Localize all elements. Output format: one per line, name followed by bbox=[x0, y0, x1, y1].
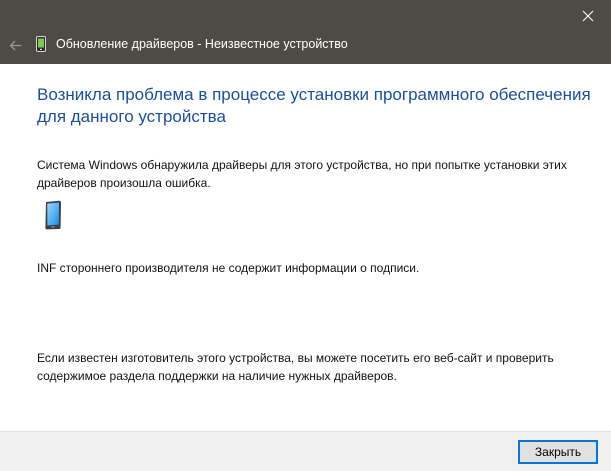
close-button[interactable]: Закрыть bbox=[518, 440, 598, 464]
back-arrow-icon bbox=[9, 40, 21, 50]
title-bar: Обновление драйверов - Неизвестное устро… bbox=[0, 0, 611, 64]
advice-text: Если известен изготовитель этого устройс… bbox=[37, 351, 554, 383]
back-button[interactable] bbox=[2, 33, 28, 57]
description-text: Система Windows обнаружила драйверы для … bbox=[37, 158, 567, 190]
error-message: INF стороннего производителя не содержит… bbox=[37, 261, 420, 275]
device-manager-icon bbox=[36, 36, 46, 52]
window-close-button[interactable] bbox=[565, 0, 611, 32]
window-title: Обновление драйверов - Неизвестное устро… bbox=[56, 37, 348, 51]
page-title: Возникла проблема в процессе установки п… bbox=[37, 85, 591, 126]
mobile-device-icon bbox=[45, 200, 61, 230]
close-icon bbox=[582, 10, 594, 22]
